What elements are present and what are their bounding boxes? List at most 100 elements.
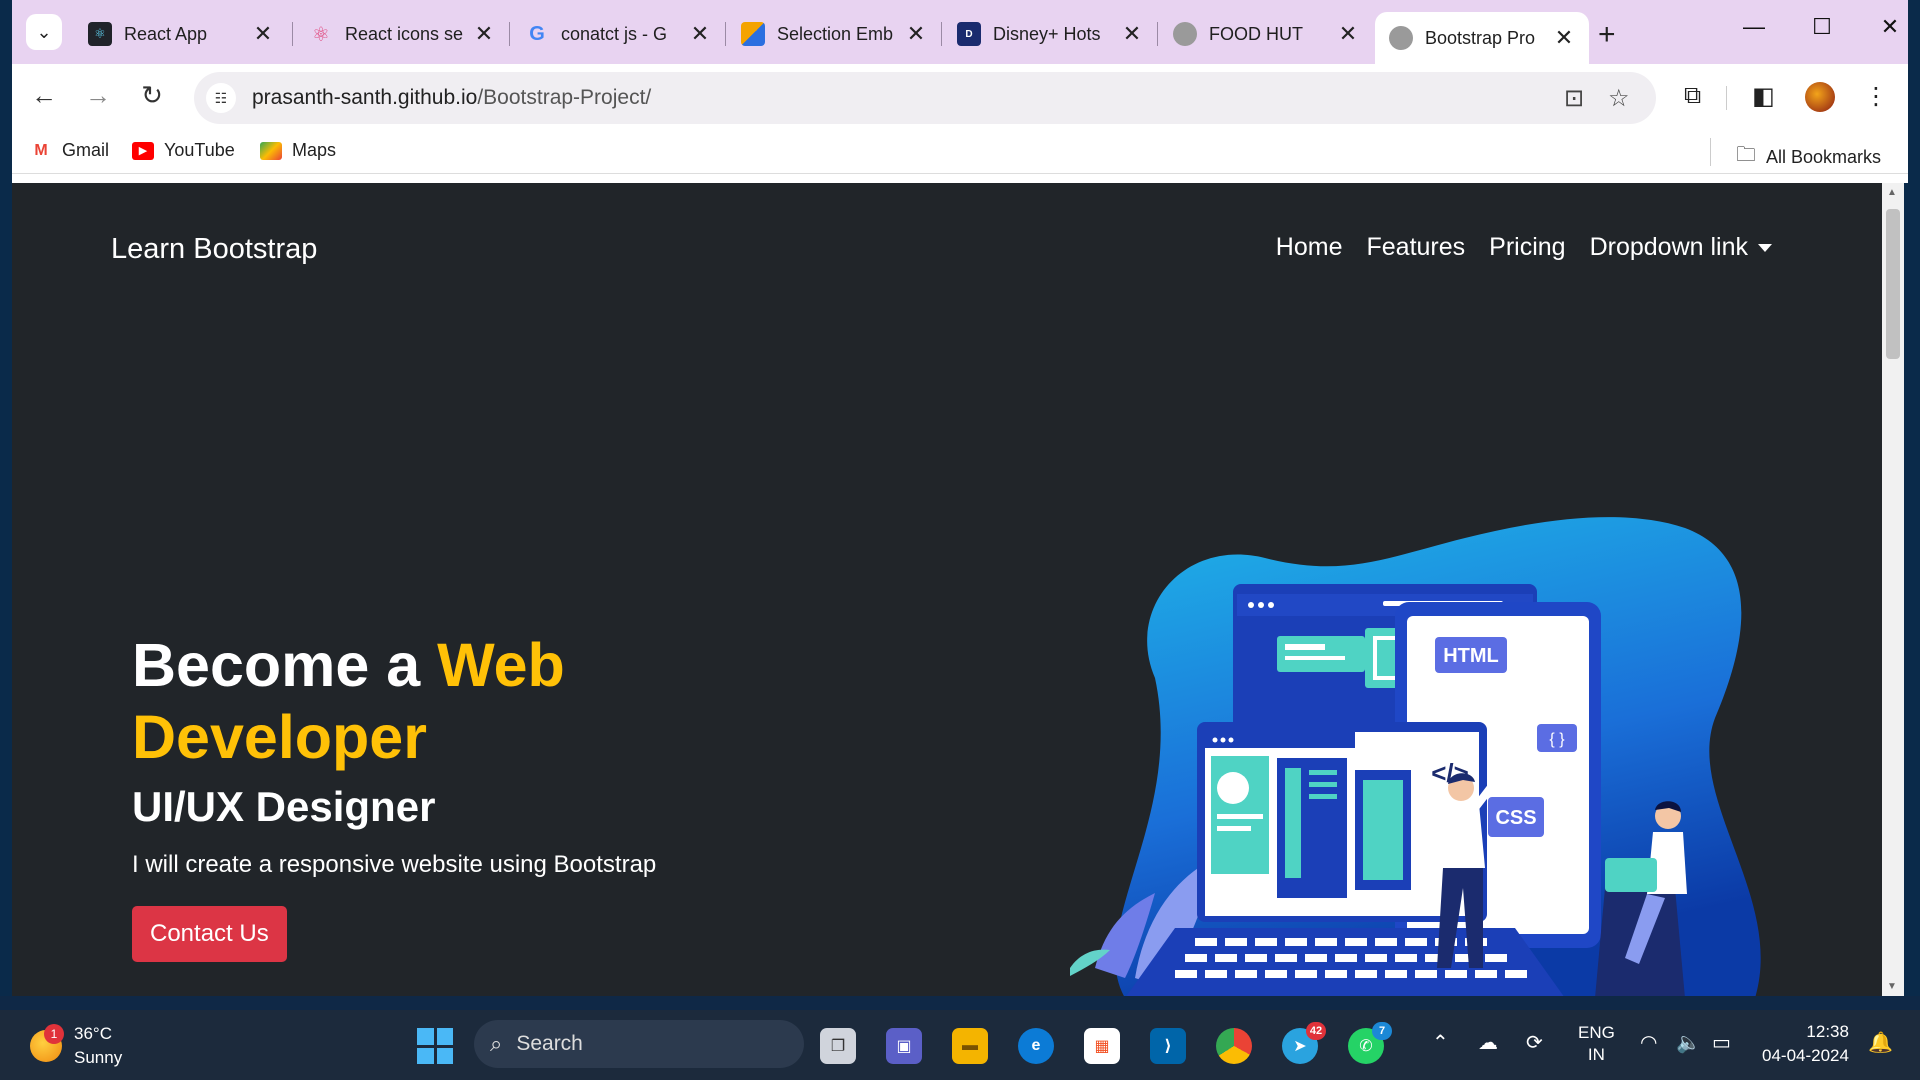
forward-arrow-icon[interactable]: →	[80, 80, 116, 111]
maps-icon	[260, 141, 282, 160]
tab-selection[interactable]: Selection Emb ✕	[727, 12, 941, 56]
hero-subtitle: UI/UX Designer	[132, 783, 436, 830]
all-bookmarks-button[interactable]: 🗀 All Bookmarks	[1736, 140, 1881, 174]
bookmark-youtube[interactable]: ▶ YouTube	[132, 140, 235, 161]
teams-chat-icon[interactable]: ▣	[886, 1028, 922, 1064]
caret-down-icon	[1758, 244, 1772, 253]
html-label: HTML	[1443, 645, 1499, 667]
site-info-icon[interactable]: ☷	[206, 83, 236, 113]
close-icon[interactable]: ✕	[252, 21, 274, 47]
back-arrow-icon[interactable]: ←	[26, 80, 62, 111]
notification-badge: 42	[1306, 1022, 1326, 1040]
weather-widget[interactable]: 1 36°C Sunny	[30, 1022, 122, 1070]
whatsapp-icon[interactable]: ✆ 7	[1348, 1022, 1392, 1064]
tab-google-search[interactable]: G conatct js - G ✕	[511, 12, 725, 56]
telegram-icon[interactable]: ➤ 42	[1282, 1022, 1326, 1064]
window-close-button[interactable]: ✕	[1870, 14, 1910, 40]
hero-text: I will create a responsive website using…	[132, 851, 657, 878]
reload-icon[interactable]: ↻	[134, 80, 170, 111]
folder-icon: 🗀	[1736, 144, 1756, 166]
browser-window: ⌄ ⚛ React App ✕ ⚛ React icons se ✕ G con…	[12, 0, 1908, 183]
sun-icon: 1	[30, 1024, 64, 1062]
tab-title: conatct js - G	[561, 23, 668, 44]
bookmarks-bar: M Gmail ▶ YouTube Maps 🗀 All Bookmarks	[12, 130, 1908, 174]
chrome-icon[interactable]	[1216, 1028, 1252, 1064]
bookmark-maps[interactable]: Maps	[260, 140, 336, 161]
taskbar-search[interactable]: ⌕ Search	[474, 1020, 804, 1068]
navbar-links: Home Features Pricing Dropdown link	[1276, 233, 1772, 262]
notification-bell-icon[interactable]: 🔔	[1868, 1030, 1893, 1055]
sync-icon[interactable]: ⟳	[1526, 1030, 1543, 1055]
nav-features[interactable]: Features	[1366, 233, 1465, 262]
notification-badge: 1	[44, 1024, 64, 1044]
contact-us-button[interactable]: Contact Us	[132, 906, 287, 962]
background-window-strip	[0, 996, 1920, 1010]
google-icon: G	[529, 22, 545, 45]
nav-pricing[interactable]: Pricing	[1489, 233, 1565, 262]
tab-disney[interactable]: D Disney+ Hots ✕	[943, 12, 1157, 56]
weather-condition: Sunny	[74, 1048, 123, 1067]
tab-react-icons[interactable]: ⚛ React icons se ✕	[295, 12, 509, 56]
page-scrollbar[interactable]: ▲ ▼	[1882, 183, 1904, 996]
tab-title: React icons se	[345, 23, 464, 44]
nav-dropdown[interactable]: Dropdown link	[1590, 233, 1772, 262]
address-bar[interactable]: ☷ prasanth-santh.github.io/Bootstrap-Pro…	[194, 72, 1656, 124]
tab-title: Selection Emb	[777, 23, 894, 44]
tab-search-button[interactable]: ⌄	[26, 14, 62, 50]
battery-icon[interactable]: ▭	[1712, 1030, 1731, 1055]
tab-title: Disney+ Hots	[993, 23, 1101, 44]
close-icon[interactable]: ✕	[1553, 25, 1575, 51]
navbar-brand[interactable]: Learn Bootstrap	[111, 233, 317, 266]
url-text: prasanth-santh.github.io/Bootstrap-Proje…	[252, 86, 652, 109]
star-icon[interactable]: ☆	[1608, 84, 1630, 113]
colorful-icon	[741, 22, 765, 46]
vscode-icon[interactable]: ⟩	[1150, 1028, 1186, 1064]
braces-label: { }	[1549, 731, 1565, 748]
close-icon[interactable]: ✕	[905, 21, 927, 47]
cloud-icon[interactable]: ☁	[1478, 1030, 1498, 1055]
store-icon[interactable]: ▦	[1084, 1028, 1120, 1064]
menu-icon[interactable]: ⋮	[1864, 82, 1888, 111]
tab-food-hut[interactable]: FOOD HUT ✕	[1159, 12, 1373, 56]
new-tab-button[interactable]: +	[1598, 18, 1616, 52]
wifi-icon[interactable]: ◠	[1640, 1030, 1657, 1055]
close-icon[interactable]: ✕	[1121, 21, 1143, 47]
minimize-button[interactable]: —	[1734, 14, 1774, 40]
translate-icon[interactable]: ⊡	[1564, 84, 1584, 113]
avatar[interactable]	[1805, 82, 1835, 112]
file-explorer-icon[interactable]: ▬	[952, 1028, 988, 1064]
maximize-button[interactable]: ☐	[1802, 14, 1842, 40]
web-page: Learn Bootstrap Home Features Pricing Dr…	[12, 183, 1882, 996]
tab-bootstrap-project[interactable]: Bootstrap Pro ✕	[1375, 12, 1589, 64]
scroll-thumb[interactable]	[1886, 209, 1900, 359]
tab-react-app[interactable]: ⚛ React App ✕	[74, 12, 288, 56]
close-icon[interactable]: ✕	[689, 21, 711, 47]
tab-title: React App	[124, 23, 208, 44]
bookmark-gmail[interactable]: M Gmail	[30, 140, 109, 161]
tab-title: FOOD HUT	[1209, 23, 1303, 44]
search-icon: ⌕	[490, 1031, 503, 1056]
clock[interactable]: 12:38 04-04-2024	[1762, 1020, 1849, 1068]
task-view-icon[interactable]: ❐	[820, 1028, 856, 1064]
notification-badge: 7	[1372, 1022, 1392, 1040]
close-icon[interactable]: ✕	[1337, 21, 1359, 47]
windows-start-icon[interactable]	[417, 1028, 453, 1064]
scroll-up-arrow-icon[interactable]: ▲	[1887, 187, 1897, 198]
temperature: 36°C	[74, 1024, 112, 1043]
scroll-down-arrow-icon[interactable]: ▼	[1887, 981, 1897, 992]
youtube-icon: ▶	[132, 141, 154, 160]
css-label: CSS	[1495, 807, 1536, 829]
chevron-up-icon[interactable]: ⌃	[1432, 1030, 1449, 1055]
volume-icon[interactable]: 🔈	[1676, 1030, 1701, 1055]
edge-icon[interactable]: e	[1018, 1028, 1054, 1064]
web-developer-illustration: HTML { } CSS </>	[1070, 517, 1761, 996]
close-icon[interactable]: ✕	[473, 21, 495, 47]
side-panel-icon[interactable]: ◧	[1752, 82, 1775, 111]
nav-home[interactable]: Home	[1276, 233, 1343, 262]
language-indicator[interactable]: ENG IN	[1578, 1022, 1615, 1066]
hero-title: Become a Web Developer	[132, 631, 565, 771]
react-icon: ⚛	[88, 22, 112, 46]
globe-icon	[1389, 26, 1413, 50]
tab-strip: ⌄ ⚛ React App ✕ ⚛ React icons se ✕ G con…	[12, 0, 1908, 64]
extensions-icon[interactable]: ⧉	[1684, 82, 1701, 110]
